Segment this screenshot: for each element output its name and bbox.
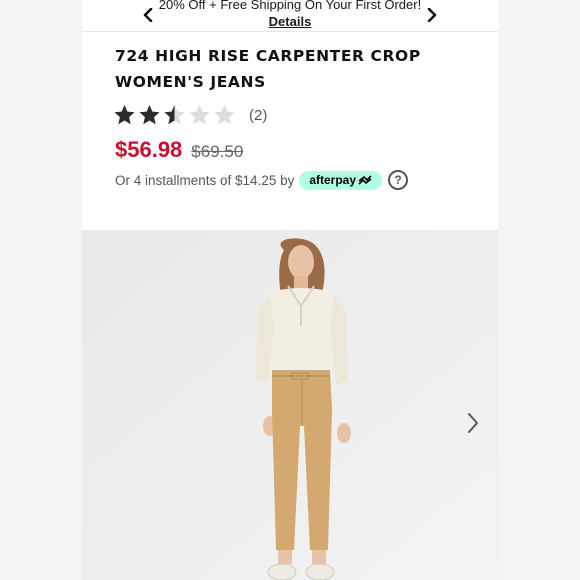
sale-price: $56.98 [115,137,183,162]
product-title-line-1: 724 HIGH RISE CARPENTER CROP [115,47,421,65]
chevron-right-icon [427,8,437,22]
installments-text: Or 4 installments of $14.25 by [115,172,295,188]
promo-message: 20% Off + Free Shipping On Your First Or… [152,0,428,30]
original-price: $69.50 [191,142,244,161]
product-page: 20% Off + Free Shipping On Your First Or… [82,0,498,580]
help-label: ? [394,173,402,187]
star-icon [114,105,135,125]
promo-details-link[interactable]: Details [269,14,312,29]
chevron-right-icon [468,413,478,433]
product-rating[interactable]: (2) [112,103,267,127]
screen: 20% Off + Free Shipping On Your First Or… [0,0,580,580]
promo-text: 20% Off + Free Shipping On Your First Or… [158,0,422,12]
product-title-line-2: WOMEN'S JEANS [115,73,266,91]
star-icon [214,105,235,125]
afterpay-label: afterpay [309,173,357,187]
star-icon [139,105,160,125]
review-count[interactable]: (2) [249,107,267,124]
model-photo [82,230,498,580]
promo-next-button[interactable] [422,6,442,24]
afterpay-badge[interactable]: afterpay [299,170,383,190]
question-circle-icon[interactable]: ? [388,170,409,190]
product-image[interactable] [82,230,498,580]
star-icon [164,105,185,125]
price-row: $56.98 $69.50 [115,137,243,163]
rating-stars [112,103,237,127]
image-next-button[interactable] [462,411,484,435]
promo-banner: 20% Off + Free Shipping On Your First Or… [82,0,498,32]
product-title: 724 HIGH RISE CARPENTER CROP WOMEN'S JEA… [115,43,475,95]
installments-row: Or 4 installments of $14.25 by afterpay … [115,170,409,190]
star-icon [189,105,210,125]
afterpay-arrows-icon [358,175,372,185]
